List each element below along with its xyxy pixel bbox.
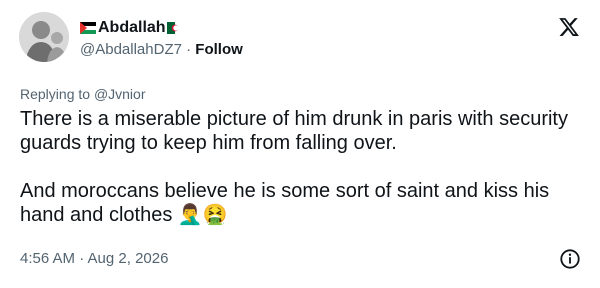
separator: · — [181, 41, 196, 58]
replying-to: Replying to @Jvnior — [20, 85, 146, 103]
handle[interactable]: @AbdallahDZ7 — [80, 41, 182, 58]
avatar[interactable] — [19, 12, 69, 62]
x-logo-icon[interactable] — [558, 16, 580, 38]
palestine-flag-icon — [80, 22, 96, 34]
reply-mention-link[interactable]: @Jvnior — [94, 86, 146, 102]
author-name-row[interactable]: Abdallah — [80, 18, 183, 38]
tweet-paragraph-1: There is a miserable picture of him drun… — [20, 108, 568, 154]
timestamp-link[interactable]: 4:56 AM · Aug 2, 2026 — [20, 249, 168, 269]
display-name[interactable]: Abdallah — [98, 18, 166, 38]
tweet-paragraph-2: And moroccans believe he is some sort of… — [20, 180, 550, 226]
profile-photo — [19, 12, 69, 62]
tweet-text: There is a miserable picture of him drun… — [20, 107, 585, 227]
handle-row: @AbdallahDZ7 · Follow — [80, 40, 243, 60]
info-icon[interactable] — [559, 248, 581, 270]
follow-button[interactable]: Follow — [195, 41, 243, 58]
algeria-flag-icon — [166, 22, 183, 34]
replying-prefix: Replying to — [20, 86, 94, 102]
